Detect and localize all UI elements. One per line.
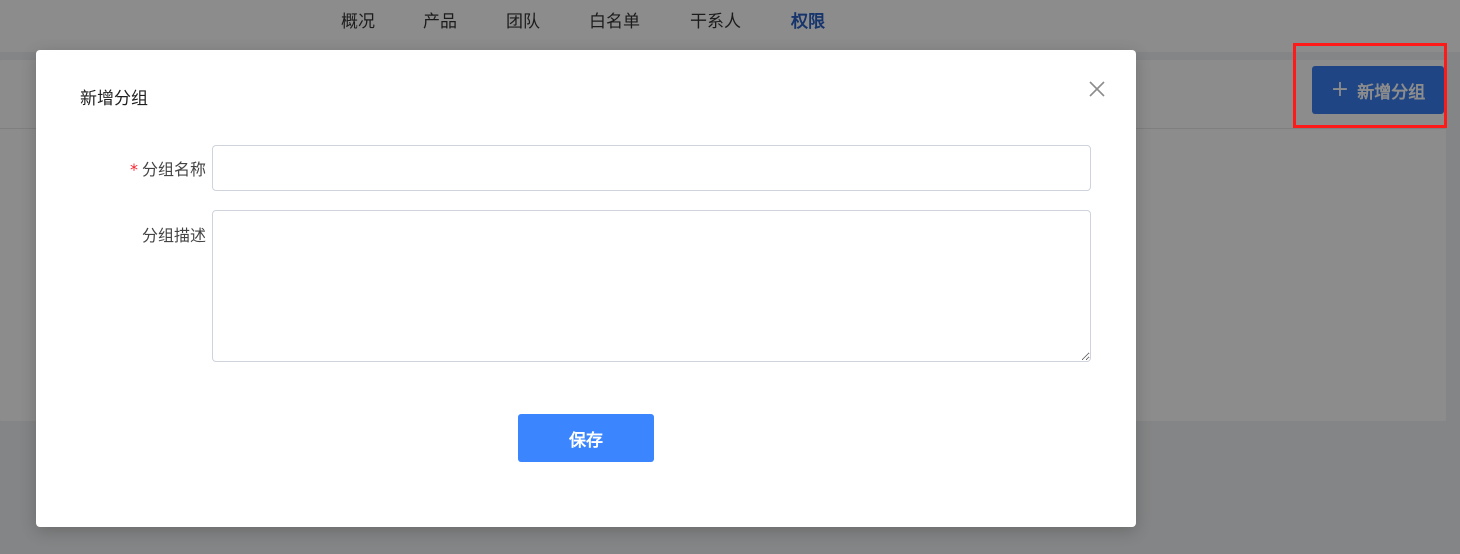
group-description-label: 分组描述 — [141, 226, 206, 245]
dialog-title: 新增分组 — [80, 89, 148, 109]
close-icon — [1089, 81, 1105, 97]
group-name-input[interactable] — [212, 145, 1091, 191]
save-button[interactable]: 保存 — [518, 414, 654, 462]
group-description-textarea[interactable] — [212, 210, 1091, 362]
group-name-label: * 分组名称 — [129, 160, 206, 179]
highlight-annotation — [1293, 43, 1447, 128]
close-button[interactable] — [1086, 78, 1108, 100]
add-group-dialog: 新增分组 * 分组名称 分组描述 保存 — [36, 50, 1136, 527]
required-star: * — [129, 160, 138, 179]
